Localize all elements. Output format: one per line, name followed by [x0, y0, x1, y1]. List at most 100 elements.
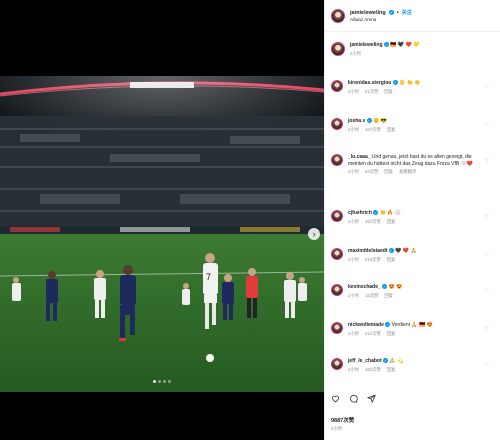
commenter-avatar[interactable] [331, 154, 343, 166]
chevron-right-icon: › [312, 228, 316, 239]
comment-row: _lu.caaa_ Und genau, jetzt hast du es al… [331, 154, 495, 175]
comment-likes[interactable]: 210次赞 [365, 257, 381, 263]
post-viewer: 7 › jamieleweling ✓ • 关注 Allianz Arena j… [0, 0, 500, 440]
next-image-button[interactable]: › [308, 228, 320, 240]
comment-username[interactable]: josha.v [348, 118, 365, 124]
comment-username[interactable]: cjfuehrich [348, 210, 372, 216]
like-icon[interactable] [331, 394, 340, 403]
comment-time: 2小时 [348, 126, 359, 132]
commenter-avatar[interactable] [331, 284, 343, 296]
comment-text: 🫡 😎 [373, 118, 387, 124]
comment-time: 2小时 [348, 292, 359, 298]
comment-row: nickwoltemade ✓ Verdient 🙏 🇩🇪 😍 2小时 221次赞… [331, 322, 495, 337]
comment-username[interactable]: kironidas.stergiou [348, 80, 391, 86]
carousel-dot [158, 380, 161, 383]
comment-likes[interactable]: 21次赞 [365, 89, 378, 95]
like-comment-icon[interactable]: ♡ [485, 326, 489, 332]
comment-row: maximittelstaedt ✓ 🖤 ❤️ 🙏 2小时 210次赞 回复 ♡ [331, 248, 495, 263]
comment-likes[interactable]: 63次赞 [365, 169, 378, 175]
like-comment-icon[interactable]: ♡ [485, 158, 489, 164]
reply-button[interactable]: 回复 [387, 257, 396, 263]
translate-button[interactable]: 查看翻译 [399, 169, 416, 175]
verified-icon: ✓ [392, 80, 398, 85]
post-header: jamieleweling ✓ • 关注 Allianz Arena [325, 0, 500, 32]
like-comment-icon[interactable]: ♡ [485, 84, 489, 90]
like-comment-icon[interactable]: ♡ [485, 214, 489, 220]
verified-icon: ✓ [382, 284, 388, 289]
post-date: 2小时 [331, 426, 342, 431]
comment-likes[interactable]: 167次赞 [365, 127, 381, 133]
svg-text:7: 7 [206, 272, 211, 282]
commenter-avatar[interactable] [331, 118, 343, 130]
comment-time: 2小时 [348, 366, 359, 372]
comment-text: 😍 😍 [388, 284, 403, 290]
comment-row: cjfuehrich ✓ 👏 🔥 ⚪ 2小时 257次赞 回复 ♡ [331, 210, 495, 225]
reply-button[interactable]: 回复 [387, 127, 396, 133]
comment-username[interactable]: _lu.caaa_ [348, 154, 371, 160]
carousel-dots [0, 380, 324, 383]
comment-text: 🖐️ 👏 👏 [399, 80, 421, 86]
reply-button[interactable]: 回复 [384, 89, 393, 95]
reply-button[interactable]: 回复 [384, 169, 393, 175]
carousel-dot [168, 380, 171, 383]
comment-row: kironidas.stergiou ✓ 🖐️ 👏 👏 4小时 21次赞 回复 ♡ [331, 80, 495, 95]
post-side-panel: jamieleweling ✓ • 关注 Allianz Arena jamie… [324, 0, 500, 440]
comment-row: jeff_le_chabot ✓ 🙏 💫 2小时 192次赞 回复 ♡ [331, 358, 495, 373]
commenter-avatar[interactable] [331, 210, 343, 222]
verified-icon: ✓ [383, 42, 389, 47]
caption-row: jamieleweling ✓ 🇩🇪 🖤 ❤️ 💛 2小时 [331, 42, 495, 57]
comment-time: 2小时 [348, 218, 359, 224]
carousel-dot [153, 380, 156, 383]
comment-likes[interactable]: 192次赞 [365, 367, 381, 373]
author-avatar[interactable] [331, 42, 345, 56]
like-count[interactable]: 9887次赞 [331, 416, 354, 424]
author-username[interactable]: jamieleweling [350, 10, 386, 16]
comment-icon[interactable] [349, 394, 358, 403]
like-comment-icon[interactable]: ♡ [485, 122, 489, 128]
commenter-avatar[interactable] [331, 322, 343, 334]
caption-text: 🇩🇪 🖤 ❤️ 💛 [390, 42, 420, 48]
comment-username[interactable]: jeff_le_chabot [348, 358, 382, 364]
post-photo[interactable]: 7 [0, 76, 324, 392]
reply-button[interactable]: 回复 [384, 293, 393, 299]
comment-row: kevinschade_ ✓ 😍 😍 2小时 15次赞 回复 ♡ [331, 284, 495, 299]
post-location[interactable]: Allianz Arena [350, 17, 412, 22]
verified-icon: ✓ [388, 10, 394, 15]
comment-text: 🙏 💫 [389, 358, 404, 364]
reply-button[interactable]: 回复 [387, 219, 396, 225]
comment-likes[interactable]: 15次赞 [365, 293, 378, 299]
comment-time: 4小时 [348, 88, 359, 94]
comment-likes[interactable]: 257次赞 [365, 219, 381, 225]
reply-button[interactable]: 回复 [387, 331, 396, 337]
comment-row: josha.v ✓ 🫡 😎 2小时 167次赞 回复 ♡ [331, 118, 495, 133]
media-pane: 7 › [0, 0, 324, 440]
verified-icon: ✓ [388, 248, 394, 253]
like-comment-icon[interactable]: ♡ [485, 252, 489, 258]
comment-time: 2小时 [348, 169, 359, 174]
caption-username[interactable]: jamieleweling [350, 42, 383, 48]
follow-button[interactable]: 关注 [402, 9, 412, 16]
comment-username[interactable]: kevinschade_ [348, 284, 381, 290]
comment-text: 👏 🔥 ⚪ [379, 210, 402, 216]
comment-time: 2小时 [348, 330, 359, 336]
commenter-avatar[interactable] [331, 80, 343, 92]
commenter-avatar[interactable] [331, 358, 343, 370]
verified-icon: ✓ [385, 322, 391, 327]
comment-username[interactable]: maximittelstaedt [348, 248, 387, 254]
reply-button[interactable]: 回复 [387, 367, 396, 373]
comment-text: 🖤 ❤️ 🙏 [395, 248, 417, 254]
share-icon[interactable] [367, 394, 376, 403]
carousel-dot [163, 380, 166, 383]
caption-time: 2小时 [350, 50, 361, 56]
comment-likes[interactable]: 221次赞 [365, 331, 381, 337]
like-comment-icon[interactable]: ♡ [485, 288, 489, 294]
verified-icon: ✓ [383, 358, 389, 363]
verified-icon: ✓ [366, 118, 372, 123]
comment-time: 2小时 [348, 256, 359, 262]
comment-username[interactable]: nickwoltemade [348, 322, 384, 328]
post-actions [331, 394, 376, 403]
like-comment-icon[interactable]: ♡ [485, 362, 489, 368]
author-avatar[interactable] [331, 8, 345, 23]
stadium-photo-art: 7 [0, 76, 324, 392]
commenter-avatar[interactable] [331, 248, 343, 260]
